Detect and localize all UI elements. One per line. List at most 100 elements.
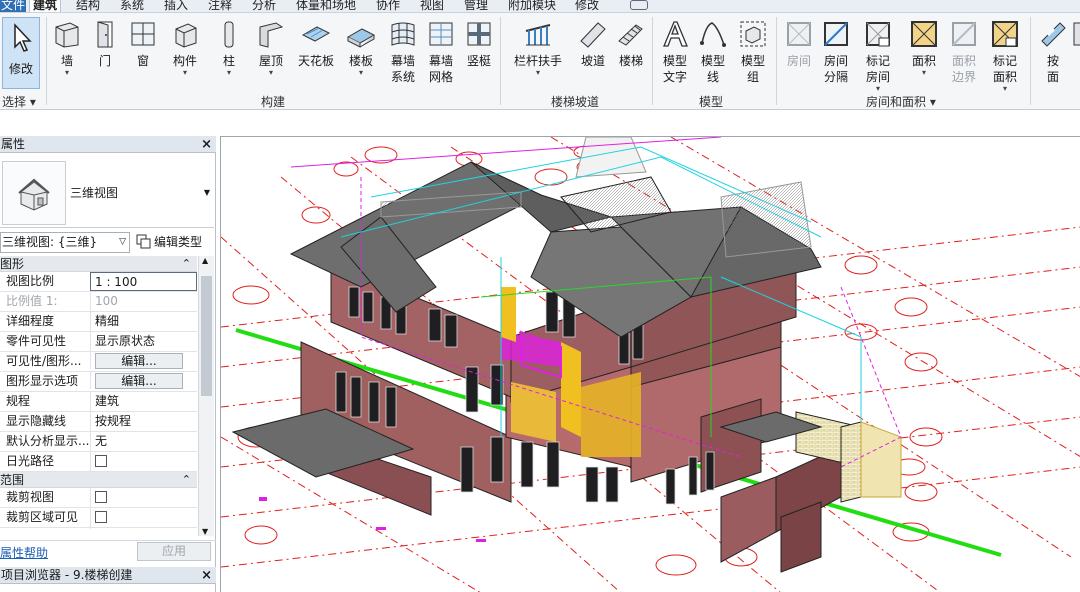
floor-icon [346,28,376,48]
property-row: 零件可见性 显示原状态 [0,332,197,352]
circulation-panel-label: 楼梯坡道 [551,95,600,109]
hidden-lines-value[interactable]: 按规程 [90,412,197,431]
group-graphics[interactable]: 图形 ⌃ [0,256,197,272]
ramp-button[interactable]: 坡道 [574,19,612,69]
door-label: 门 [98,54,111,68]
3d-view-canvas[interactable] [220,136,1080,592]
properties-help-link[interactable]: 属性帮助 [0,544,48,561]
area-icon [911,21,937,47]
properties-grid: 图形 ⌃ 视图比例 1 : 100 比例值 1: 100 详细程度 精细 零件可… [0,256,197,529]
group-extents[interactable]: 范围 ⌃ [0,472,197,488]
contextual-tab-toggle-icon[interactable] [630,0,648,10]
tab-insert[interactable]: 插入 [164,0,188,12]
property-value [90,452,197,473]
model-line-icon [700,22,726,47]
tab-addins[interactable]: 附加模块 [508,0,556,12]
area-button[interactable]: 面积 ▾ [905,19,943,77]
room-separator-button[interactable]: 房间 分隔 [817,19,855,85]
tab-annotate[interactable]: 注释 [208,0,232,12]
scroll-up-icon[interactable]: ▲ [202,256,208,265]
area-boundary-label-2: 边界 [951,70,976,84]
analysis-display-value[interactable]: 无 [90,432,197,451]
tab-structure[interactable]: 结构 [76,0,100,12]
cursor-arrow-icon [14,23,32,52]
properties-panel: 属性 × 三维视图 ▼ 三维视图: {三维} ▽ 编辑类型 图形 ⌃ 视图比例 … [0,136,216,592]
roof-button[interactable]: 屋顶 ▾ [252,19,290,77]
select-panel-label[interactable]: 选择 ▾ [2,93,36,110]
curtain-system-label-1: 幕墙 [390,54,415,68]
door-button[interactable]: 门 [86,19,124,69]
by-face-button[interactable]: 按面 [1034,19,1072,85]
ramp-icon [580,22,606,48]
modify-label: 修改 [8,62,33,76]
column-label: 柱 [222,54,235,68]
window-button[interactable]: 窗 [124,19,162,69]
discipline-value[interactable]: 建筑 [90,392,197,411]
column-button[interactable]: 柱 ▾ [210,19,248,77]
tab-architecture[interactable]: 建筑 [29,0,62,12]
tab-modify[interactable]: 修改 [575,0,599,12]
mullion-button[interactable]: 竖梃 [460,19,498,69]
room-button[interactable]: 房间 [780,19,818,69]
wall-button[interactable]: 墙 ▾ [48,19,86,77]
roof-icon [259,22,284,48]
view-scale-input[interactable]: 1 : 100 [90,272,197,291]
tab-manage[interactable]: 管理 [464,0,488,12]
tag-area-button[interactable]: 标记 面积 ▾ [986,19,1024,93]
graphic-display-edit-button[interactable]: 编辑... [95,373,183,389]
tag-room-button[interactable]: 标记 房间 ▾ [859,19,897,93]
scroll-thumb[interactable] [201,276,212,396]
model-text-label-2: 文字 [662,70,687,84]
stair-button[interactable]: 楼梯 [612,19,650,69]
model-line-button[interactable]: 模型线 [694,19,732,85]
dropdown-arrow-icon: ▾ [182,68,187,77]
chevron-down-icon[interactable]: ▼ [204,188,210,197]
curtain-grid-button[interactable]: 幕墙 网格 [422,19,460,85]
tag-room-icon [866,22,890,47]
property-row: 图形显示选项 编辑... [0,372,197,392]
dropdown-arrow-icon: ▾ [268,68,273,77]
dropdown-arrow-icon: ▾ [64,68,69,77]
vg-overrides-edit-button[interactable]: 编辑... [95,353,183,369]
curtain-grid-label-1: 幕墙 [428,54,453,68]
area-boundary-label-1: 面积 [951,54,976,68]
tab-massing-site[interactable]: 体量和场地 [296,0,356,12]
tab-file[interactable]: 文件 [0,0,26,12]
floor-label: 楼板 [348,54,373,68]
modify-button[interactable]: 修改 [2,17,40,89]
crop-view-checkbox[interactable] [95,491,107,503]
property-key: 裁剪区域可见 [6,510,79,524]
component-button[interactable]: 构件 ▾ [166,19,204,77]
tab-collaborate[interactable]: 协作 [376,0,400,12]
curtain-system-button[interactable]: 幕墙 系统 [384,19,422,85]
ribbon-overflow[interactable] [1072,19,1080,53]
properties-scrollbar[interactable]: ▲ ▼ [198,256,214,536]
type-selector[interactable]: 三维视图 ▼ [0,158,214,228]
dropdown-arrow-icon: ▾ [875,84,880,93]
railing-label: 栏杆扶手 [513,54,562,68]
scroll-down-icon[interactable]: ▼ [202,527,208,536]
model-group-button[interactable]: 模型组 [734,19,772,85]
property-value: 编辑... [90,372,197,389]
tab-systems[interactable]: 系统 [120,0,144,12]
close-icon[interactable]: × [201,136,212,153]
apply-button[interactable]: 应用 [137,542,211,561]
tab-view[interactable]: 视图 [420,0,444,12]
close-icon[interactable]: × [201,567,212,584]
sun-path-checkbox[interactable] [95,455,107,467]
floor-button[interactable]: 楼板 ▾ [342,19,380,77]
room-area-panel-label[interactable]: 房间和面积 ▾ [866,93,936,110]
crop-region-visible-checkbox[interactable] [95,511,107,523]
model-text-button[interactable]: 模型 文字 [656,19,694,85]
detail-level-value[interactable]: 精细 [90,312,197,331]
tab-analyze[interactable]: 分析 [252,0,276,12]
ceiling-button[interactable]: 天花板 [294,19,338,69]
dropdown-arrow-icon: ▾ [1002,84,1007,93]
edit-type-button[interactable]: 编辑类型 [136,232,202,253]
area-boundary-button[interactable]: 面积 边界 [945,19,983,85]
instance-selector[interactable]: 三维视图: {三维} ▽ [0,232,130,253]
parts-visibility-value[interactable]: 显示原状态 [90,332,197,351]
curtain-system-icon [391,22,415,46]
ribbon-tab-bar: 文件 建筑 结构 系统 插入 注释 分析 体量和场地 协作 视图 管理 附加模块… [0,0,1080,13]
railing-button[interactable]: 栏杆扶手 ▾ [512,19,564,77]
